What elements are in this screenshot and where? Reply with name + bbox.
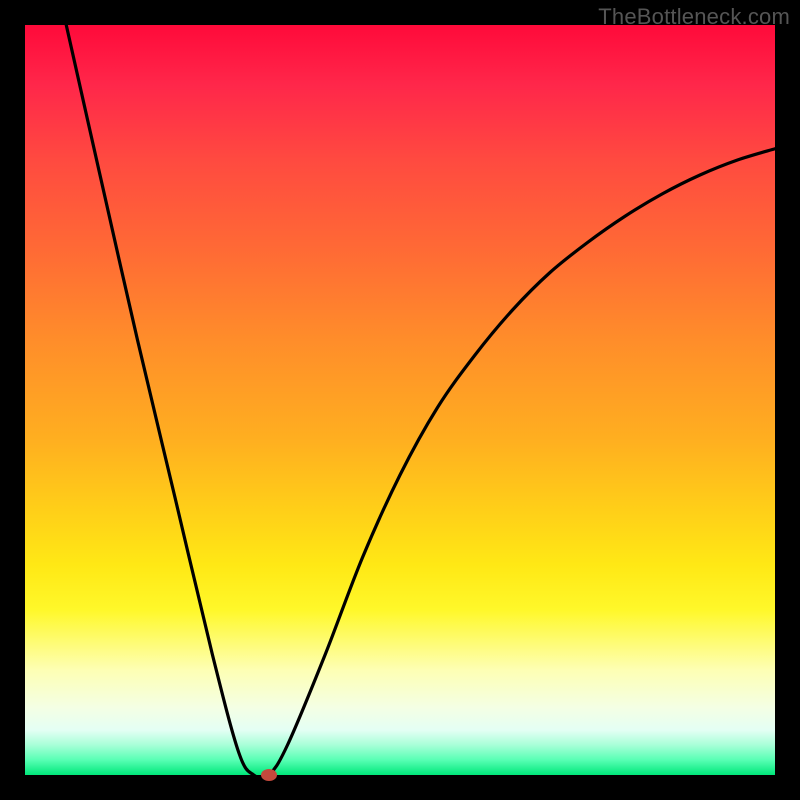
chart-frame: TheBottleneck.com bbox=[0, 0, 800, 800]
bottleneck-curve-path bbox=[66, 25, 775, 775]
watermark-text: TheBottleneck.com bbox=[598, 4, 790, 30]
bottleneck-curve-svg bbox=[25, 25, 775, 775]
optimal-point-marker bbox=[261, 769, 277, 781]
